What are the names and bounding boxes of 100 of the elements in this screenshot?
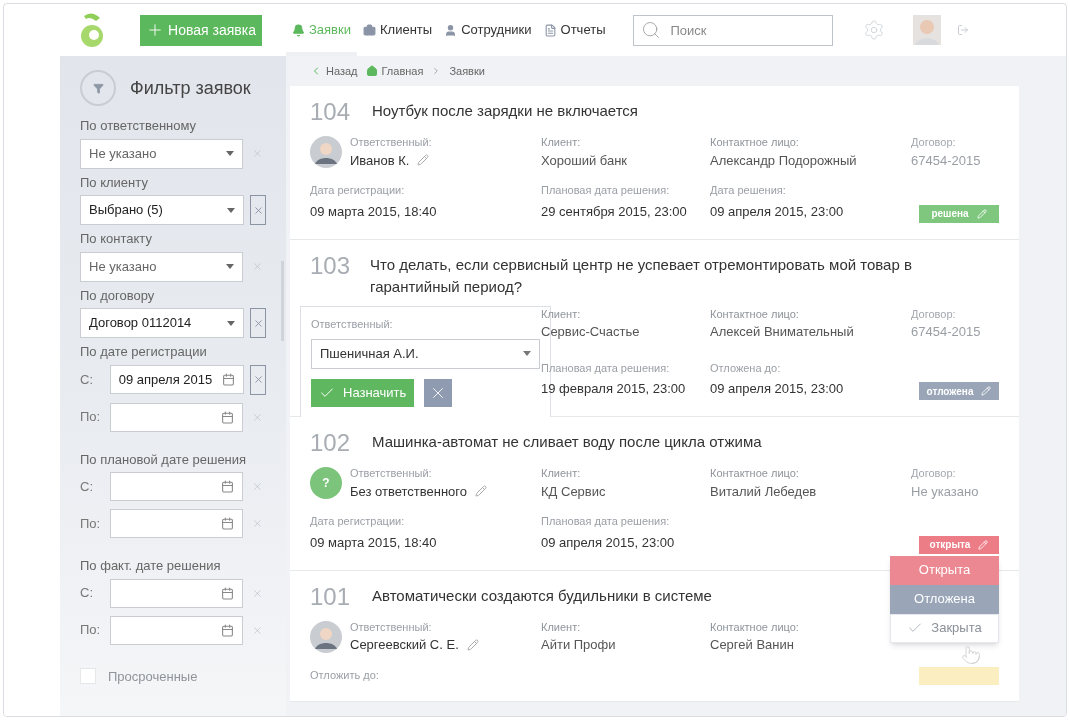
date-field[interactable] [109, 472, 244, 501]
field-label: Договор: [911, 306, 957, 322]
field-value: Алексей Внимательный [710, 323, 855, 341]
field-value: Александр Подорожный [710, 151, 858, 170]
clear-button[interactable] [250, 308, 266, 338]
calendar-icon[interactable] [221, 410, 235, 424]
field-value: 67454-2015 [911, 323, 982, 341]
field-value: 09 апреля 2015, 23:00 [541, 534, 675, 550]
date-prefix: По: [80, 621, 102, 640]
ticket-title[interactable]: Что делать, если сервисный центр не успевает отремонтировать мой товар в гарантийный период? [370, 253, 955, 298]
ticket-title[interactable]: Ноутбук после зарядки не включается [372, 100, 638, 122]
checkbox-label: Просроченные [108, 667, 198, 686]
field-value: Айти Профи [541, 636, 617, 654]
edit-icon [981, 386, 992, 396]
filter-label: По плановой дате решения [80, 450, 248, 469]
clear-icon[interactable] [252, 481, 263, 492]
document-icon [543, 23, 557, 37]
close-icon [252, 317, 264, 329]
field-label: Договор: [911, 466, 957, 481]
field-label: Отложить до: [310, 667, 380, 683]
date-prefix: С: [80, 584, 94, 603]
sidebar-title: Фильтр заявок [130, 76, 251, 100]
field-label: Клиент: [541, 306, 582, 322]
field-label: Отложена до: [710, 360, 782, 376]
date-field[interactable] [109, 615, 244, 645]
date-field[interactable]: 09 апреля 2015 [109, 365, 245, 394]
field-value: Без ответственного [350, 482, 468, 501]
briefcase-icon [363, 23, 376, 37]
assignee-select[interactable]: Пшеничная А.И. [311, 338, 540, 369]
nav-tab[interactable]: Отчеты [537, 4, 612, 56]
edit-icon [976, 208, 987, 219]
field-value: 67454-2015 [911, 151, 982, 170]
caret-icon [227, 207, 236, 213]
filter-select[interactable]: Не указано [80, 138, 244, 169]
ticket-title[interactable]: Автоматически создаются будильники в системе [372, 584, 712, 607]
caret-icon [226, 264, 235, 269]
date-prefix: С: [80, 477, 94, 496]
field-label: Плановая дата решения: [541, 183, 671, 198]
filter-select[interactable]: Не указано [80, 251, 244, 282]
field-label: Дата решения: [710, 183, 787, 198]
filter-select[interactable]: Договор 0112014 [80, 308, 245, 338]
field-label: Контактное лицо: [710, 306, 800, 322]
field-label: Контактное лицо: [710, 466, 800, 481]
avatar: ? [310, 467, 342, 499]
breadcrumb-link[interactable]: Заявки [449, 62, 485, 80]
date-prefix: По: [80, 514, 102, 533]
ticket-title[interactable]: Машинка-автомат не сливает воду после цикла отжима [372, 431, 762, 453]
date-field[interactable] [109, 402, 244, 432]
clear-button[interactable] [250, 195, 266, 225]
calendar-icon[interactable] [221, 480, 235, 493]
avatar [310, 136, 342, 168]
field-value: КД Сервис [541, 482, 607, 501]
field-label: Контактное лицо: [710, 135, 800, 150]
status-badge[interactable] [919, 666, 999, 685]
avatar [310, 620, 342, 653]
nav-tab[interactable]: Клиенты [357, 4, 439, 56]
caret-icon [523, 351, 531, 356]
logout-icon[interactable] [957, 24, 970, 36]
field-value: Виталий Лебедев [710, 482, 818, 501]
field-label: Клиент: [541, 466, 582, 481]
date-field[interactable] [109, 509, 244, 538]
checkbox[interactable] [80, 668, 96, 685]
edit-icon[interactable] [466, 638, 479, 651]
settings-icon[interactable] [863, 19, 886, 41]
caret-icon [226, 151, 235, 156]
clear-icon[interactable] [252, 148, 263, 159]
clear-icon[interactable] [252, 411, 263, 423]
clear-icon[interactable] [252, 261, 263, 272]
cancel-button[interactable] [424, 378, 453, 407]
field-label: Плановая дата решения: [541, 360, 671, 376]
clear-icon[interactable] [252, 587, 263, 599]
field-value: 09 апреля 2015, 23:00 [710, 203, 844, 219]
date-field[interactable] [109, 578, 244, 608]
calendar-icon[interactable] [221, 517, 235, 530]
field-label: Договор: [911, 135, 957, 150]
field-value: Иванов К. [350, 151, 410, 170]
edit-icon[interactable] [475, 485, 488, 498]
field-value: Сергеевский С. Е. [350, 636, 459, 654]
filter-icon [80, 70, 116, 106]
clear-icon[interactable] [252, 518, 263, 529]
breadcrumb-link[interactable]: Назад [310, 62, 358, 80]
field-label: Дата регистрации: [310, 514, 406, 529]
bell-icon [292, 23, 305, 37]
search-field[interactable]: Поиск [633, 14, 834, 46]
edit-icon[interactable] [417, 154, 430, 167]
user-avatar[interactable] [913, 15, 942, 45]
calendar-icon[interactable] [221, 586, 235, 600]
nav-tab[interactable]: Сотрудники [438, 4, 538, 56]
filter-select[interactable]: Выбрано (5) [80, 195, 245, 225]
calendar-icon[interactable] [222, 373, 236, 386]
filter-label: По дате регистрации [80, 343, 208, 361]
calendar-icon[interactable] [221, 623, 235, 637]
breadcrumb-link[interactable]: Главная [365, 62, 424, 80]
status-option[interactable]: Закрыта [890, 613, 999, 643]
field-value: 09 апреля 2015, 23:00 [710, 381, 844, 396]
clear-icon[interactable] [252, 624, 263, 636]
field-value: Не указано [911, 482, 980, 501]
filter-label: По контакту [80, 230, 153, 248]
clear-button[interactable] [250, 364, 266, 395]
filter-label: По клиенту [80, 173, 149, 192]
